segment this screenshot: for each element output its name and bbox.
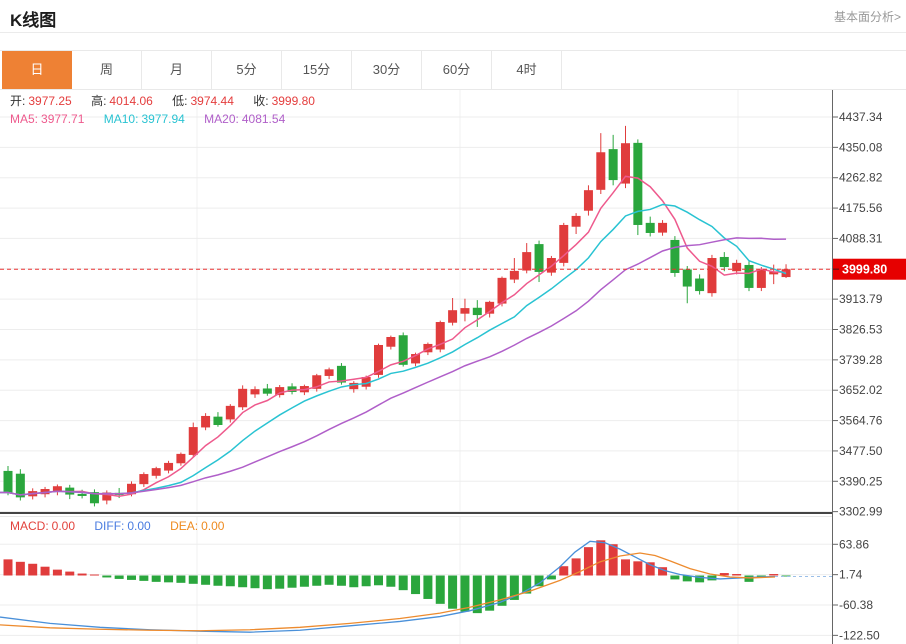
tab-item-6[interactable]: 60分	[422, 51, 492, 89]
svg-text:4088.31: 4088.31	[839, 231, 883, 245]
ma20-label: MA20:	[204, 112, 239, 126]
svg-text:1.74: 1.74	[839, 568, 863, 582]
macd-label: MACD:	[10, 519, 49, 533]
low-label: 低:	[172, 94, 187, 108]
low-value: 3974.44	[191, 94, 234, 108]
tab-item-7[interactable]: 4时	[492, 51, 562, 89]
high-label: 高:	[91, 94, 106, 108]
chart-plot-area[interactable]	[0, 88, 832, 644]
macd-bar: MACD:0.00 DIFF:0.00 DEA:0.00	[10, 519, 227, 533]
tab-item-4[interactable]: 15分	[282, 51, 352, 89]
tab-item-3[interactable]: 5分	[212, 51, 282, 89]
svg-text:3390.25: 3390.25	[839, 474, 883, 488]
ma5-value: 3977.71	[41, 112, 84, 126]
page-title: K线图	[10, 6, 56, 31]
ohlc-bar: 开:3977.25 高:4014.06 低: 3974.44 收: 3999.80	[10, 92, 318, 109]
fundamental-analysis-link[interactable]: 基本面分析>	[834, 8, 901, 25]
svg-text:3564.76: 3564.76	[839, 414, 883, 428]
header: K线图 基本面分析>	[0, 0, 906, 33]
open-label: 开:	[10, 94, 25, 108]
close-value: 3999.80	[272, 94, 315, 108]
ma5-label: MA5:	[10, 112, 38, 126]
svg-text:4175.56: 4175.56	[839, 201, 883, 215]
svg-text:3652.02: 3652.02	[839, 383, 883, 397]
svg-text:4350.08: 4350.08	[839, 140, 883, 154]
tab-item-5[interactable]: 30分	[352, 51, 422, 89]
svg-text:4262.82: 4262.82	[839, 171, 883, 185]
diff-value: 0.00	[127, 519, 150, 533]
open-value: 3977.25	[28, 94, 71, 108]
period-tabs: 日周月5分15分30分60分4时	[2, 51, 562, 89]
svg-text:63.86: 63.86	[839, 537, 869, 551]
tab-item-1[interactable]: 周	[72, 51, 142, 89]
ma10-value: 3977.94	[141, 112, 184, 126]
ma-bar: MA5:3977.71 MA10:3977.94 MA20:4081.54	[10, 112, 288, 126]
dea-value: 0.00	[201, 519, 224, 533]
period-tabbar: 日周月5分15分30分60分4时	[0, 50, 906, 90]
svg-text:3913.79: 3913.79	[839, 292, 883, 306]
svg-text:3826.53: 3826.53	[839, 322, 883, 336]
svg-text:-122.50: -122.50	[839, 628, 880, 642]
svg-text:3999.80: 3999.80	[842, 263, 887, 277]
tab-item-0[interactable]: 日	[2, 51, 72, 89]
svg-text:3739.28: 3739.28	[839, 353, 883, 367]
svg-text:3302.99: 3302.99	[839, 505, 883, 519]
ma10-label: MA10:	[104, 112, 139, 126]
diff-label: DIFF:	[94, 519, 124, 533]
svg-text:-60.38: -60.38	[839, 598, 873, 612]
dea-label: DEA:	[170, 519, 198, 533]
svg-text:3477.50: 3477.50	[839, 444, 883, 458]
ma20-value: 4081.54	[242, 112, 285, 126]
svg-text:4437.34: 4437.34	[839, 110, 883, 124]
tab-item-2[interactable]: 月	[142, 51, 212, 89]
close-label: 收:	[253, 94, 268, 108]
macd-value: 0.00	[52, 519, 75, 533]
high-value: 4014.06	[109, 94, 152, 108]
